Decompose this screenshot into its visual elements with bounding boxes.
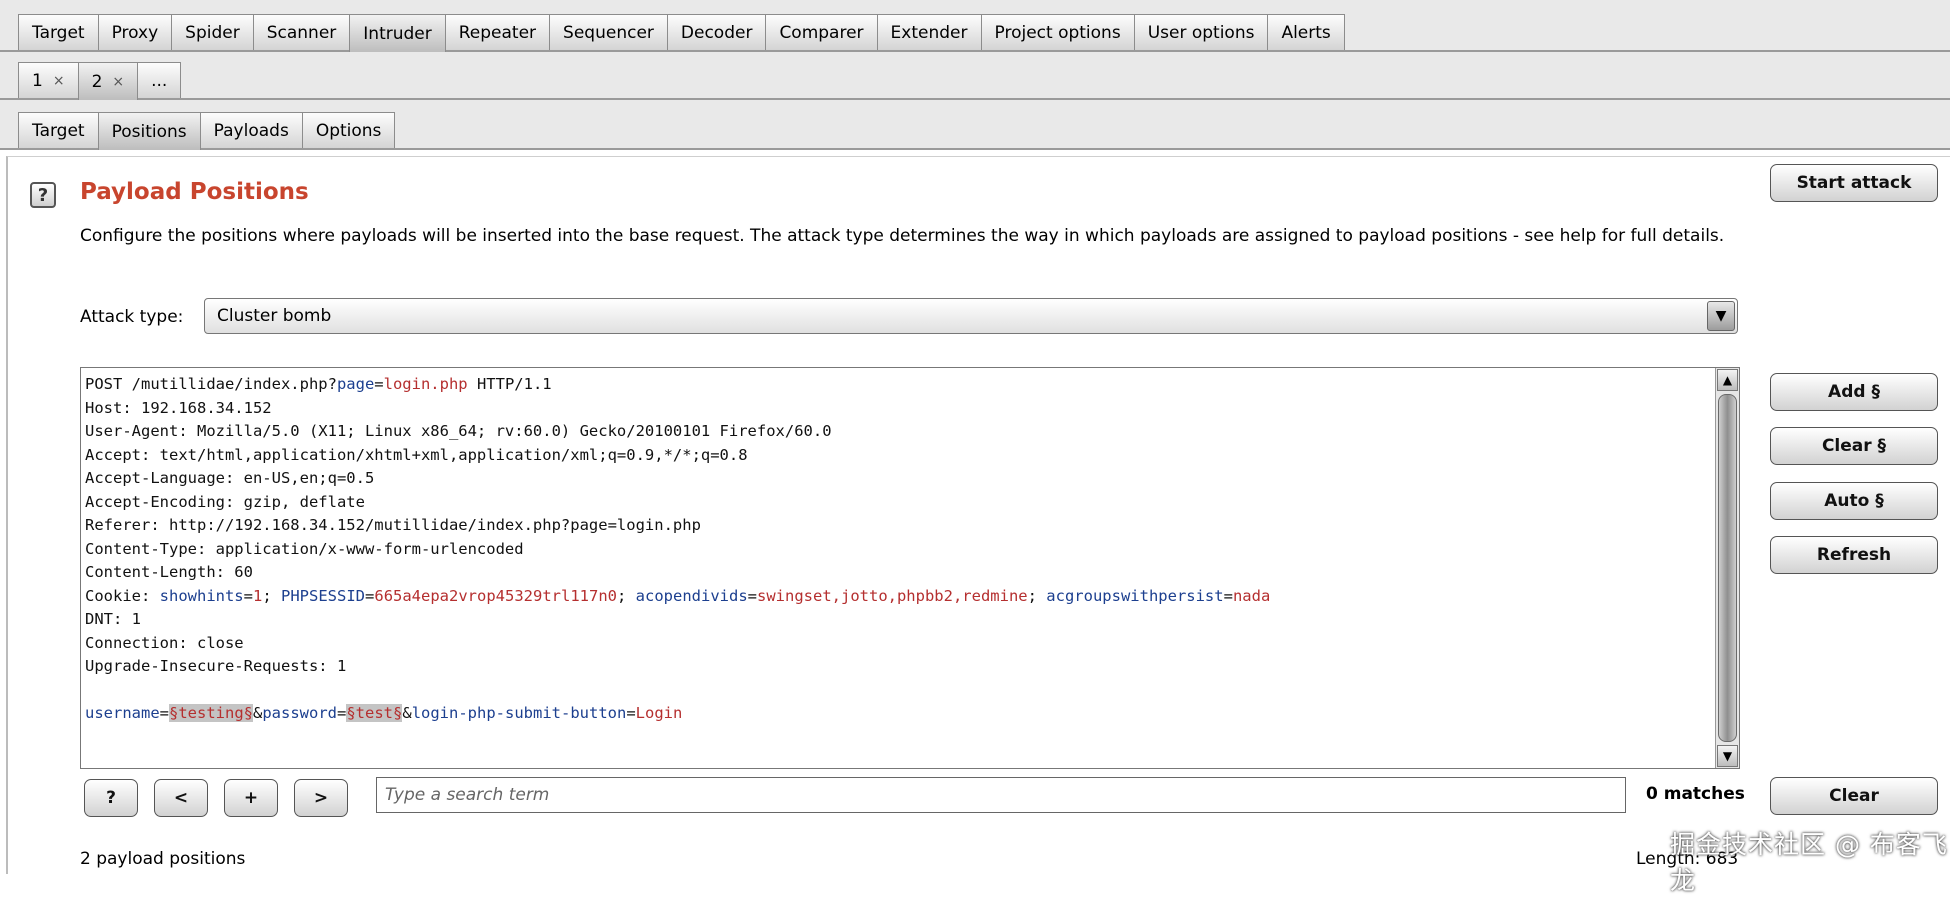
scroll-thumb[interactable] (1718, 394, 1737, 742)
subtab-options[interactable]: Options (301, 112, 396, 148)
start-attack-button[interactable]: Start attack (1770, 164, 1938, 202)
tool-tab-bar: Target Proxy Spider Scanner Intruder Rep… (0, 0, 1950, 52)
payload-marker[interactable]: §testing§ (169, 704, 253, 722)
search-add-button[interactable]: + (224, 779, 278, 817)
tab-spider[interactable]: Spider (171, 14, 254, 50)
add-marker-button[interactable]: Add § (1770, 373, 1938, 411)
new-attack-tab[interactable]: ... (137, 62, 182, 98)
auto-marker-button[interactable]: Auto § (1770, 482, 1938, 520)
attack-tab-1[interactable]: 1 × (18, 62, 79, 98)
chevron-down-icon[interactable]: ▼ (1707, 301, 1735, 331)
attack-tab-label: 2 (91, 71, 103, 92)
search-previous-button[interactable]: < (154, 779, 208, 817)
refresh-button[interactable]: Refresh (1770, 536, 1938, 574)
search-next-button[interactable]: > (294, 779, 348, 817)
tab-decoder[interactable]: Decoder (666, 14, 767, 50)
tab-user-options[interactable]: User options (1133, 14, 1269, 50)
tab-repeater[interactable]: Repeater (444, 14, 551, 50)
search-clear-button[interactable]: Clear (1770, 777, 1938, 815)
clear-marker-button[interactable]: Clear § (1770, 427, 1938, 465)
tab-target[interactable]: Target (18, 14, 99, 50)
help-icon[interactable]: ? (30, 182, 56, 208)
subtab-target[interactable]: Target (18, 112, 99, 148)
subtab-payloads[interactable]: Payloads (199, 112, 303, 148)
editor-scrollbar[interactable]: ▲ ▼ (1715, 368, 1739, 768)
tab-intruder[interactable]: Intruder (349, 14, 446, 52)
tab-project-options[interactable]: Project options (980, 14, 1135, 50)
attack-type-select[interactable]: Cluster bomb ▼ (204, 298, 1738, 334)
search-match-count: 0 matches (1646, 784, 1745, 804)
subtab-positions[interactable]: Positions (97, 112, 201, 150)
tab-comparer[interactable]: Comparer (765, 14, 878, 50)
tab-scanner[interactable]: Scanner (252, 14, 351, 50)
panel-description: Configure the positions where payloads w… (80, 226, 1725, 246)
close-icon[interactable]: × (112, 74, 124, 90)
search-help-button[interactable]: ? (84, 779, 138, 817)
request-editor[interactable]: POST /mutillidae/index.php?page=login.ph… (80, 367, 1740, 769)
attack-type-label: Attack type: (80, 307, 184, 327)
attack-tab-label: 1 (32, 70, 43, 91)
payload-position-count: 2 payload positions (80, 849, 246, 869)
attack-tab-2[interactable]: 2 × (77, 62, 139, 100)
tab-alerts[interactable]: Alerts (1267, 14, 1345, 50)
page-title: Payload Positions (80, 179, 309, 205)
tab-sequencer[interactable]: Sequencer (549, 14, 668, 50)
scroll-down-icon[interactable]: ▼ (1717, 745, 1738, 767)
attack-type-value: Cluster bomb (217, 306, 332, 326)
scroll-up-icon[interactable]: ▲ (1717, 369, 1738, 391)
search-input[interactable] (376, 777, 1626, 813)
attack-tab-bar: 1 × 2 × ... (0, 52, 1950, 100)
tab-extender[interactable]: Extender (876, 14, 982, 50)
payload-positions-panel: ? Payload Positions Configure the positi… (6, 156, 1950, 895)
tab-proxy[interactable]: Proxy (97, 14, 173, 50)
request-text[interactable]: POST /mutillidae/index.php?page=login.ph… (81, 368, 1739, 731)
watermark: 掘金技术社区 @ 布客飞龙 (1670, 830, 1948, 895)
payload-marker[interactable]: §test§ (346, 704, 403, 722)
intruder-subtab-bar: Target Positions Payloads Options (0, 100, 1950, 150)
close-icon[interactable]: × (53, 73, 65, 89)
